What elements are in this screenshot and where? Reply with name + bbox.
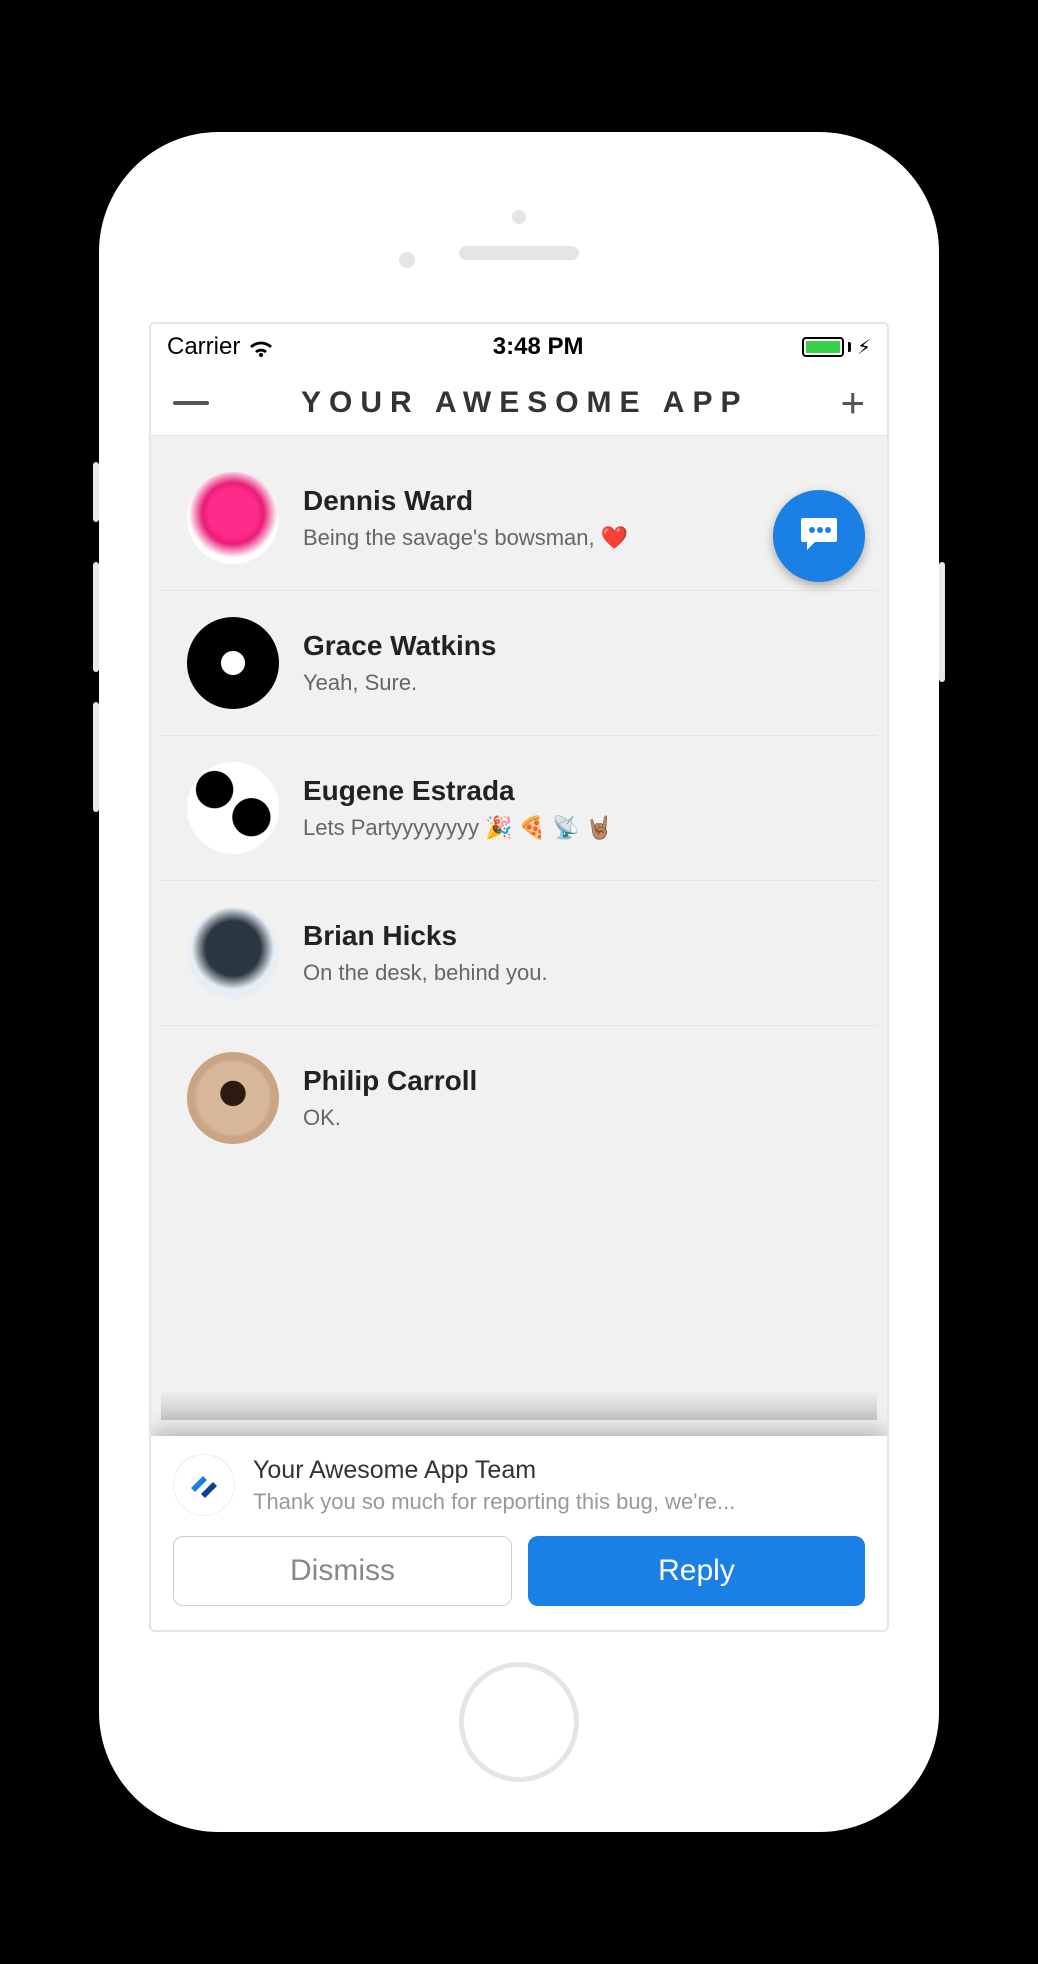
earpiece	[459, 246, 579, 260]
app-title: YOUR AWESOME APP	[209, 386, 840, 420]
battery-indicator: ⚡︎	[802, 335, 871, 360]
menu-button[interactable]	[173, 398, 209, 408]
list-item[interactable]: Philip Carroll OK.	[161, 1026, 877, 1170]
notification-app-icon	[173, 1454, 235, 1516]
power-button[interactable]	[939, 562, 945, 682]
contact-message: Being the savage's bowsman, ❤️	[303, 525, 851, 551]
notification-title: Your Awesome App Team	[253, 1456, 735, 1485]
contact-name: Grace Watkins	[303, 630, 851, 662]
avatar	[187, 907, 279, 999]
contact-message: Lets Partyyyyyyyy 🎉 🍕 📡 🤘🏽	[303, 815, 851, 841]
list-item[interactable]: Grace Watkins Yeah, Sure.	[161, 591, 877, 736]
contact-message: On the desk, behind you.	[303, 960, 851, 986]
contact-name: Eugene Estrada	[303, 775, 851, 807]
volume-down-button[interactable]	[93, 702, 99, 812]
notification-body: Thank you so much for reporting this bug…	[253, 1489, 735, 1515]
home-button[interactable]	[459, 1662, 579, 1782]
sensor-dot	[399, 252, 415, 268]
camera-dot	[512, 210, 526, 224]
add-button[interactable]: +	[840, 379, 865, 427]
chat-fab[interactable]	[773, 490, 865, 582]
navbar: YOUR AWESOME APP +	[151, 370, 887, 436]
contact-name: Philip Carroll	[303, 1065, 851, 1097]
conversation-list[interactable]: Dennis Ward Being the savage's bowsman, …	[151, 436, 887, 1630]
wifi-icon	[248, 333, 274, 361]
screen: Carrier 3:48 PM ⚡︎ YOUR AWESOME APP +	[149, 322, 889, 1632]
mute-switch[interactable]	[93, 462, 99, 522]
list-item[interactable]: Brian Hicks On the desk, behind you.	[161, 881, 877, 1026]
notification-sheet: Your Awesome App Team Thank you so much …	[151, 1436, 887, 1630]
chat-icon	[797, 512, 841, 561]
hamburger-icon	[173, 401, 209, 405]
list-item[interactable]: Dennis Ward Being the savage's bowsman, …	[161, 436, 877, 591]
contact-name: Dennis Ward	[303, 485, 851, 517]
list-shadow	[161, 1390, 877, 1420]
contact-message: Yeah, Sure.	[303, 670, 851, 696]
plus-icon: +	[840, 379, 865, 427]
clock: 3:48 PM	[274, 333, 802, 361]
volume-up-button[interactable]	[93, 562, 99, 672]
avatar	[187, 762, 279, 854]
avatar	[187, 617, 279, 709]
phone-frame: Carrier 3:48 PM ⚡︎ YOUR AWESOME APP +	[99, 132, 939, 1832]
list-item[interactable]: Eugene Estrada Lets Partyyyyyyyy 🎉 🍕 📡 🤘…	[161, 736, 877, 881]
avatar	[187, 1052, 279, 1144]
charging-icon: ⚡︎	[857, 335, 871, 360]
contact-message: OK.	[303, 1105, 851, 1131]
contact-name: Brian Hicks	[303, 920, 851, 952]
status-bar: Carrier 3:48 PM ⚡︎	[151, 324, 887, 370]
avatar	[187, 472, 279, 564]
reply-button[interactable]: Reply	[528, 1536, 865, 1606]
carrier-label: Carrier	[167, 333, 240, 361]
dismiss-button[interactable]: Dismiss	[173, 1536, 512, 1606]
